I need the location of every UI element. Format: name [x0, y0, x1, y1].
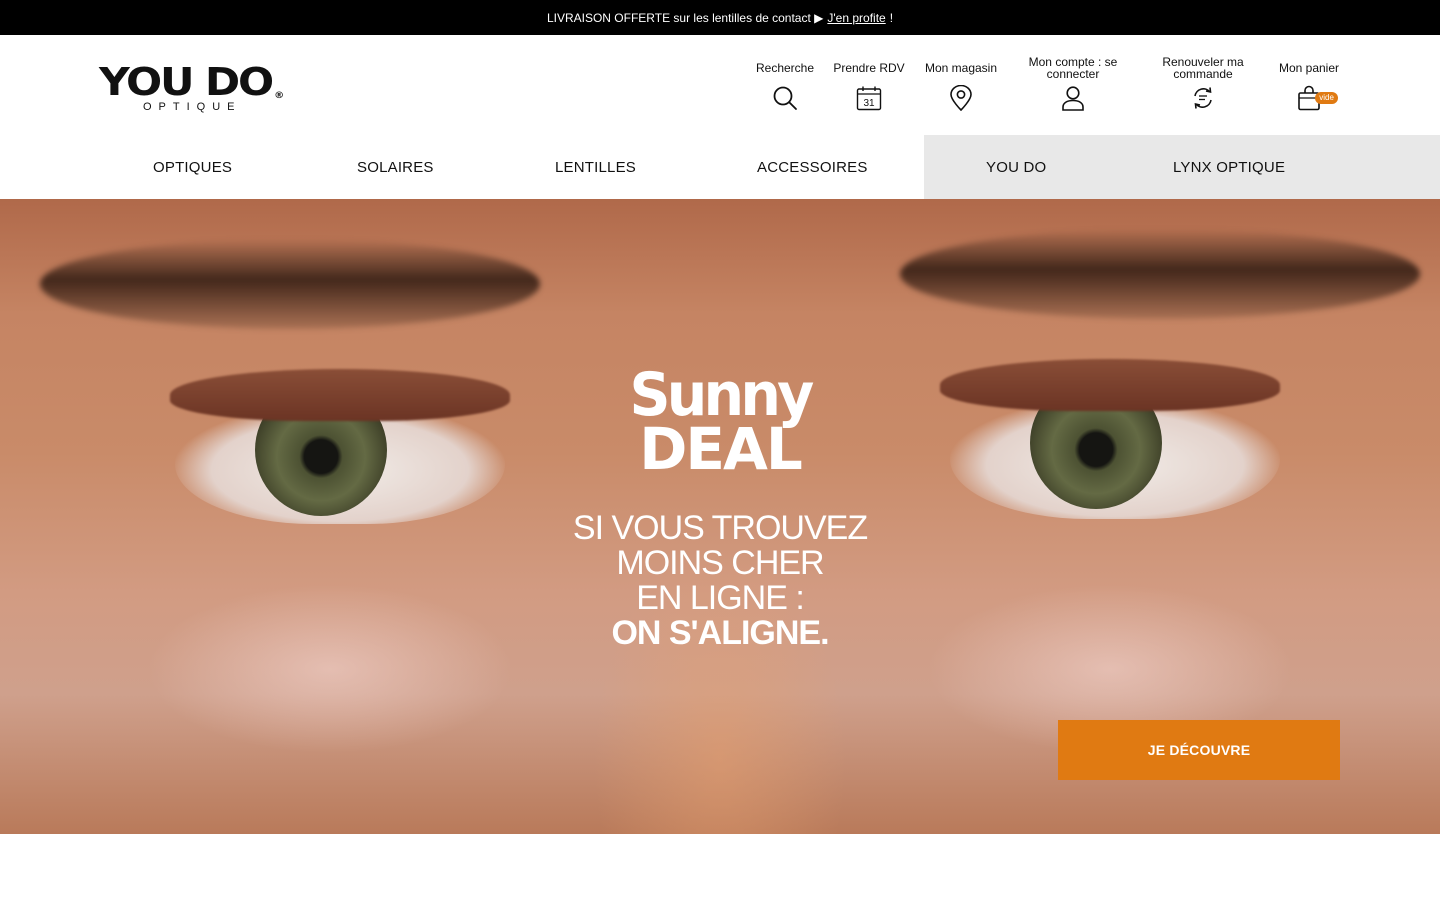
registered-mark: ® — [274, 91, 285, 101]
account-label: Mon compte : se connecter — [1028, 55, 1118, 81]
store-button[interactable]: Mon magasin — [921, 55, 1001, 119]
cart-badge: vide — [1315, 92, 1338, 104]
right-eyebrow — [900, 229, 1420, 319]
announcement-suffix: ! — [889, 10, 894, 25]
discover-button[interactable]: JE DÉCOUVRE — [1058, 720, 1340, 780]
tagline-line-4: ON S'ALIGNE. — [611, 614, 829, 652]
logo-text: YOU DO — [99, 60, 274, 104]
search-label: Recherche — [755, 61, 815, 75]
nav-item-lentilles[interactable]: LENTILLES — [555, 135, 636, 199]
user-icon — [1062, 86, 1084, 111]
renew-icon — [1194, 87, 1212, 109]
renew-label: Renouveler ma commande — [1162, 55, 1244, 81]
search-button[interactable]: Recherche — [745, 55, 825, 119]
search-icon — [773, 86, 797, 110]
main-nav: OPTIQUES SOLAIRES LENTILLES ACCESSOIRES … — [0, 135, 1440, 199]
sunny-word: Sunny — [629, 360, 815, 430]
site-header: YOU DO ® OPTIQUE Recherche Prendre RDV 31… — [0, 35, 1440, 135]
tagline-line-1: SI VOUS TROUVEZ — [572, 509, 868, 547]
left-eyebrow — [40, 239, 540, 329]
store-label: Mon magasin — [924, 61, 998, 75]
nav-item-solaires[interactable]: SOLAIRES — [357, 135, 434, 199]
nav-item-lynx-optique[interactable]: LYNX OPTIQUE — [1173, 135, 1285, 199]
location-pin-icon — [950, 85, 972, 111]
account-button[interactable]: Mon compte : se connecter — [1018, 55, 1128, 119]
nav-item-you-do[interactable]: YOU DO — [986, 135, 1046, 199]
cart-button[interactable]: Mon panier vide — [1270, 55, 1348, 119]
hero-tagline: SI VOUS TROUVEZ MOINS CHER EN LIGNE : ON… — [0, 511, 1440, 651]
calendar-day: 31 — [863, 98, 875, 109]
announcement-link[interactable]: J'en profite — [827, 11, 885, 25]
cart-label: Mon panier — [1278, 61, 1340, 75]
tagline-line-3: EN LIGNE : — [636, 579, 805, 617]
calendar-icon: 31 — [856, 86, 882, 111]
appointment-button[interactable]: Prendre RDV 31 — [829, 55, 909, 119]
tagline-line-2: MOINS CHER — [616, 544, 824, 582]
nav-item-optiques[interactable]: OPTIQUES — [153, 135, 232, 199]
sunny-deal-logo: Sunny DEAL — [0, 360, 1440, 478]
announcement-text: LIVRAISON OFFERTE sur les lentilles de c… — [546, 10, 824, 25]
nav-item-accessoires[interactable]: ACCESSOIRES — [757, 135, 868, 199]
appointment-label: Prendre RDV — [833, 61, 905, 75]
announcement-bar: LIVRAISON OFFERTE sur les lentilles de c… — [0, 0, 1440, 35]
logo[interactable]: YOU DO ® OPTIQUE — [99, 63, 285, 117]
hero-banner[interactable]: Sunny DEAL SI VOUS TROUVEZ MOINS CHER EN… — [0, 199, 1440, 834]
renew-order-button[interactable]: Renouveler ma commande — [1153, 55, 1253, 119]
